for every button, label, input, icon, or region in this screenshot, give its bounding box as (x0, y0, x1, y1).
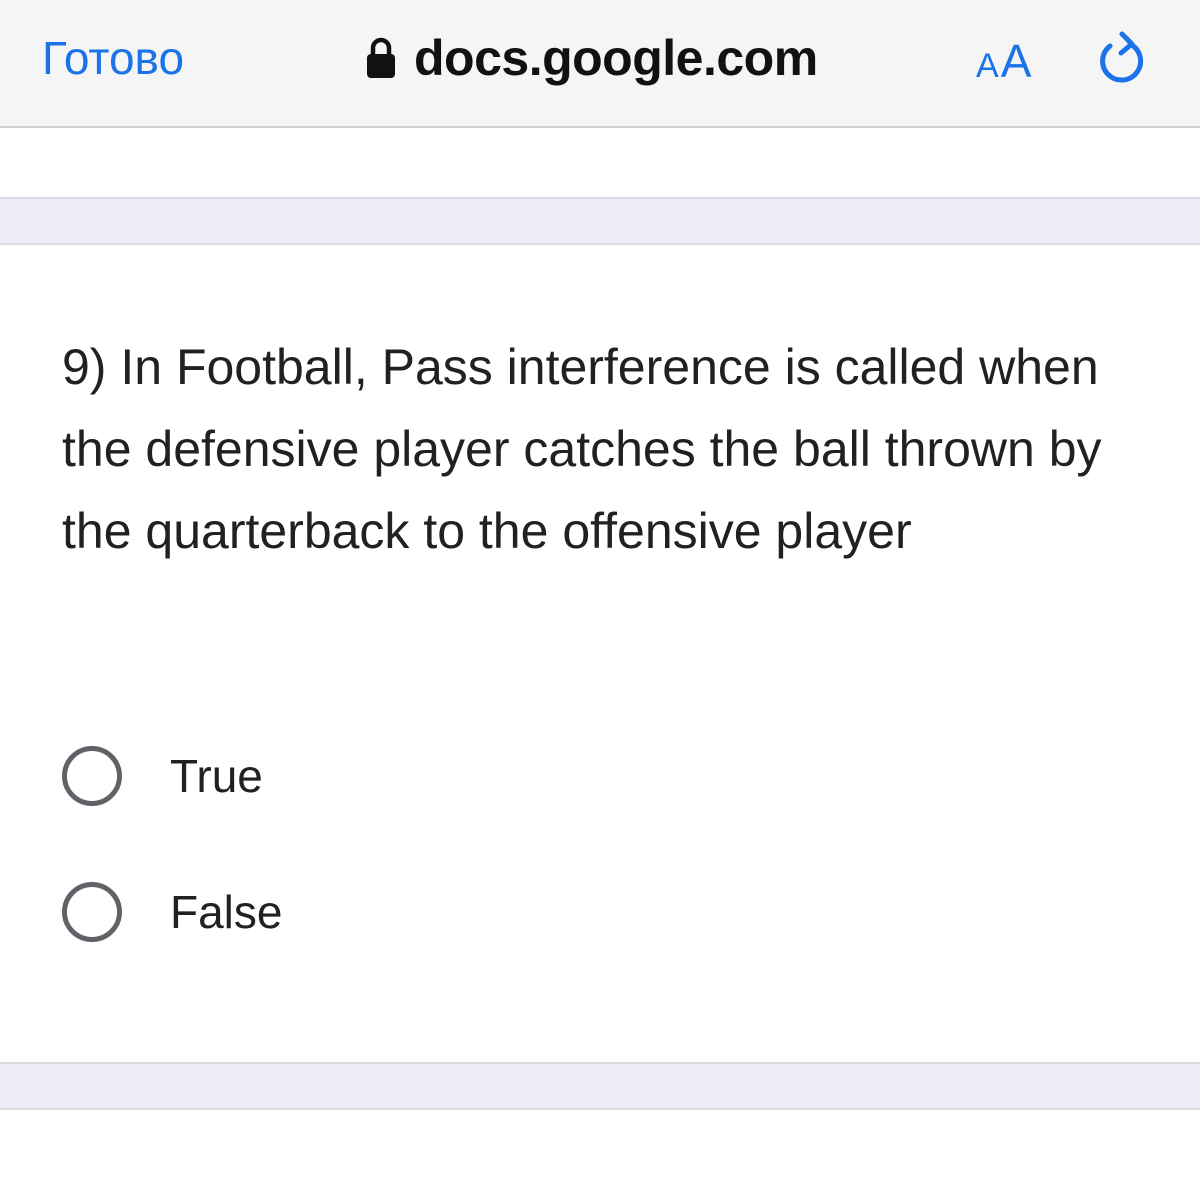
done-button[interactable]: Готово (42, 30, 184, 86)
browser-toolbar: Готово docs.google.com A A (0, 0, 1200, 128)
lock-icon (367, 37, 395, 78)
section-divider-top (0, 197, 1200, 245)
text-size-small-glyph: A (976, 47, 999, 85)
radio-button[interactable] (62, 882, 122, 942)
option-false[interactable]: False (62, 877, 282, 947)
option-label: True (170, 750, 263, 802)
question-text: 9) In Football, Pass interference is cal… (62, 339, 1102, 559)
option-true[interactable]: True (62, 741, 263, 811)
reload-icon[interactable] (1094, 28, 1150, 88)
url-text: docs.google.com (414, 30, 818, 86)
section-divider-bottom (0, 1062, 1200, 1110)
radio-button[interactable] (62, 746, 122, 806)
address-bar[interactable]: docs.google.com (366, 28, 818, 88)
text-size-button[interactable]: A A (976, 30, 1031, 86)
text-size-big-glyph: A (1000, 35, 1032, 87)
option-label: False (170, 886, 283, 938)
